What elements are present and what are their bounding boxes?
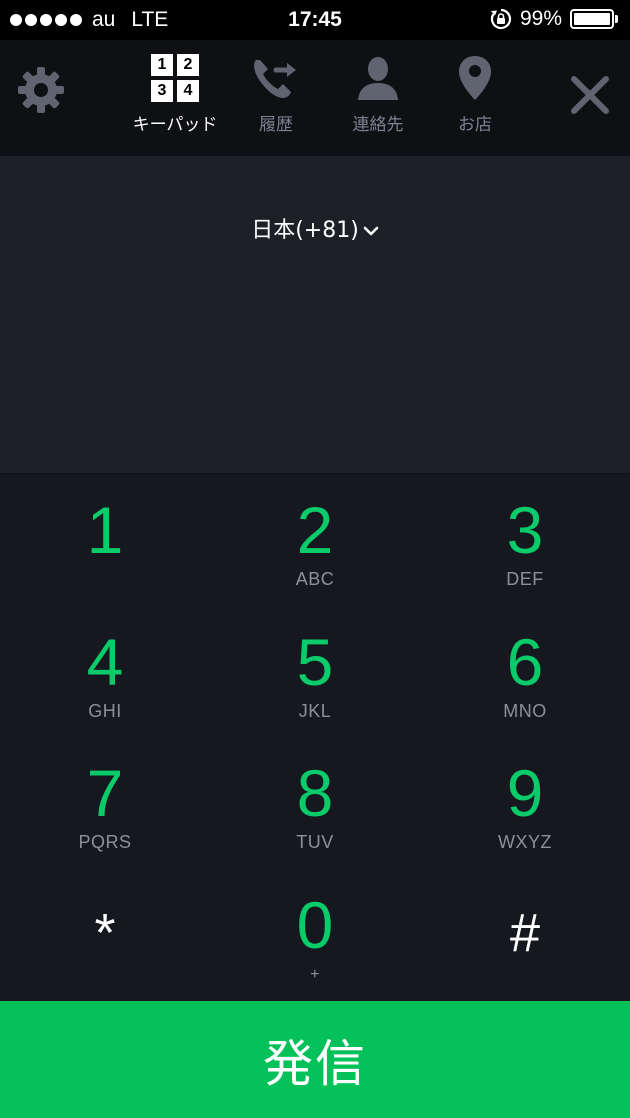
key-star[interactable]: * bbox=[0, 870, 210, 1001]
key-1[interactable]: 1 bbox=[0, 475, 210, 606]
country-code-label: 日本(+81) bbox=[251, 218, 359, 243]
location-pin-icon bbox=[459, 56, 491, 100]
number-display: 日本(+81) bbox=[0, 156, 630, 474]
country-selector[interactable]: 日本(+81) bbox=[0, 212, 630, 244]
key-3[interactable]: 3 DEF bbox=[420, 475, 630, 606]
tab-contacts-label: 連絡先 bbox=[352, 115, 404, 135]
key-6[interactable]: 6 MNO bbox=[420, 607, 630, 738]
key-letters: TUV bbox=[296, 832, 334, 852]
key-digit: 1 bbox=[86, 493, 124, 567]
battery-percent: 99% bbox=[519, 7, 562, 30]
key-digit: 4 bbox=[86, 625, 124, 699]
call-button-label: 発信 bbox=[263, 1034, 367, 1093]
key-5[interactable]: 5 JKL bbox=[210, 607, 420, 738]
tab-keypad-label: キーパッド bbox=[132, 115, 218, 135]
key-7[interactable]: 7 PQRS bbox=[0, 738, 210, 869]
key-hash[interactable]: # bbox=[420, 870, 630, 1001]
contacts-icon bbox=[358, 57, 398, 100]
key-letters: WXYZ bbox=[498, 832, 552, 852]
tab-keypad[interactable]: 1 2 3 4 キーパッド bbox=[126, 54, 224, 135]
key-letters: MNO bbox=[503, 701, 547, 721]
key-2[interactable]: 2 ABC bbox=[210, 475, 420, 606]
close-icon[interactable] bbox=[568, 73, 612, 117]
key-letters: ABC bbox=[295, 569, 335, 589]
orientation-lock-icon bbox=[490, 8, 512, 30]
dialer-toolbar: 1 2 3 4 キーパッド 履歴 連絡先 お店 bbox=[0, 40, 630, 156]
key-9[interactable]: 9 WXYZ bbox=[420, 738, 630, 869]
key-8[interactable]: 8 TUV bbox=[210, 738, 420, 869]
key-digit: # bbox=[509, 903, 541, 963]
key-digit: 2 bbox=[296, 493, 334, 567]
key-digit: 5 bbox=[296, 625, 334, 699]
chevron-down-icon bbox=[363, 226, 379, 236]
status-bar-right: 99% bbox=[490, 7, 618, 31]
key-digit: 0 bbox=[296, 888, 334, 962]
status-bar: au LTE 17:45 99% bbox=[0, 0, 630, 40]
key-letters: DEF bbox=[506, 569, 544, 589]
tab-history[interactable]: 履歴 bbox=[238, 54, 314, 135]
tab-shops[interactable]: お店 bbox=[440, 54, 510, 135]
key-letters: GHI bbox=[88, 701, 122, 721]
call-history-icon bbox=[254, 60, 296, 98]
key-digit: 7 bbox=[86, 756, 124, 830]
key-4[interactable]: 4 GHI bbox=[0, 607, 210, 738]
key-letters: + bbox=[310, 966, 320, 983]
dial-keypad: 1 2 ABC 3 DEF 4 GHI 5 JKL 6 MNO 7 PQRS 8 bbox=[0, 475, 630, 1001]
tab-contacts[interactable]: 連絡先 bbox=[340, 54, 416, 135]
battery-fill bbox=[574, 13, 610, 25]
key-digit: 3 bbox=[506, 493, 544, 567]
keypad-icon: 1 2 3 4 bbox=[151, 54, 199, 102]
key-digit: 9 bbox=[506, 756, 544, 830]
key-letters: JKL bbox=[298, 701, 332, 721]
key-digit: 8 bbox=[296, 756, 334, 830]
gear-icon[interactable] bbox=[17, 66, 65, 114]
call-button[interactable]: 発信 bbox=[0, 1001, 630, 1118]
tab-shops-label: お店 bbox=[458, 115, 492, 135]
key-0[interactable]: 0 + bbox=[210, 870, 420, 1001]
key-digit: 6 bbox=[506, 625, 544, 699]
tab-history-label: 履歴 bbox=[259, 115, 293, 135]
battery-icon bbox=[570, 9, 618, 29]
key-letters: PQRS bbox=[78, 832, 132, 852]
key-digit: * bbox=[94, 903, 116, 963]
dialer-screen: au LTE 17:45 99% 1 2 3 4 キーパッド 履歴 連絡先 お店… bbox=[0, 0, 630, 1118]
